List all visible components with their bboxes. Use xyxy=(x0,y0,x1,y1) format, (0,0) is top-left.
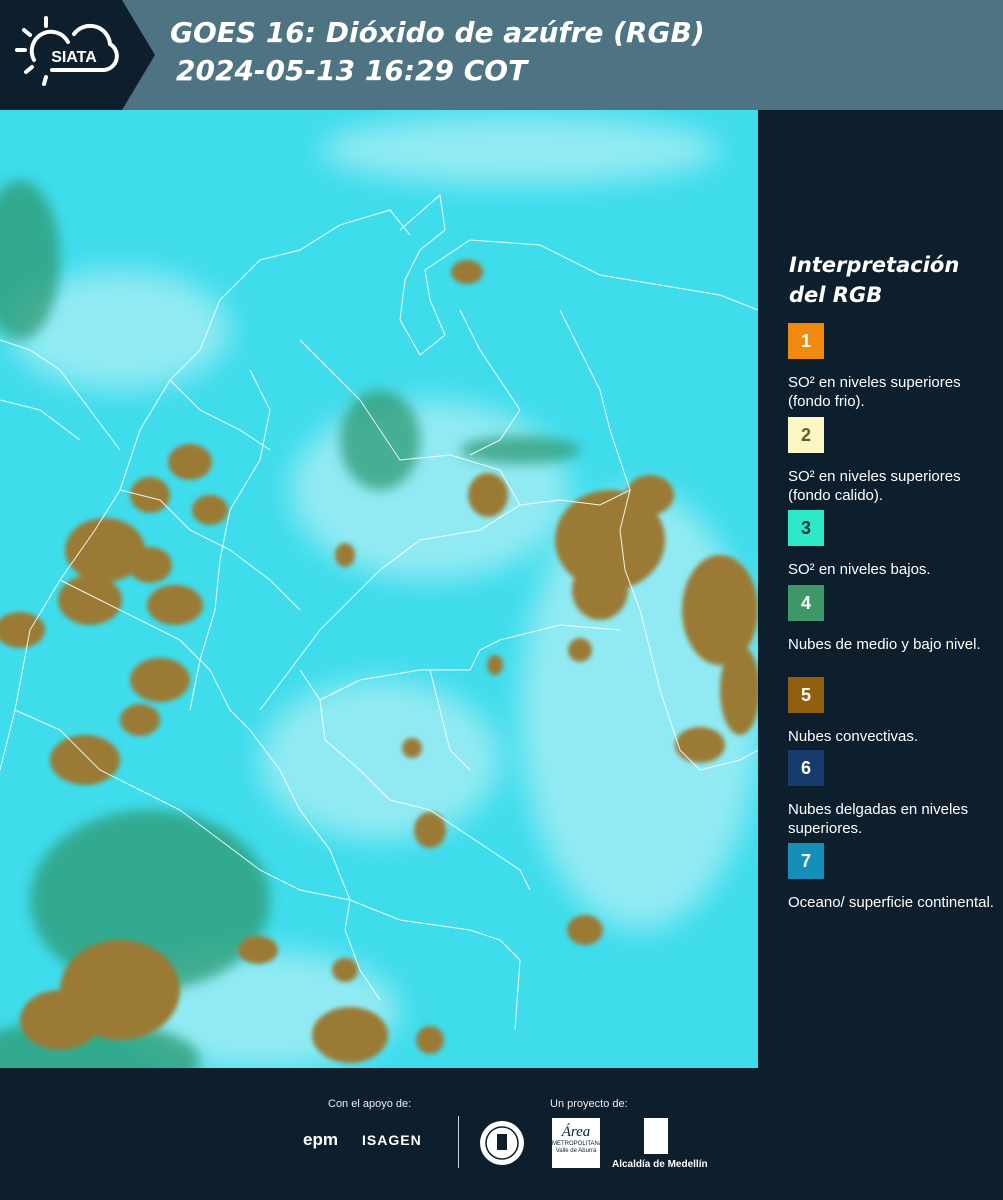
legend-item-3: 3 SO² en niveles bajos. xyxy=(788,510,998,579)
legend-title-line2: del RGB xyxy=(789,283,883,307)
legend-number: 5 xyxy=(800,684,811,705)
legend-label: Oceano/ superficie continental. xyxy=(788,894,994,911)
medellin-seal-icon xyxy=(478,1118,526,1173)
legend-swatch: 1 xyxy=(788,323,824,359)
page-title: GOES 16: Dióxido de azúfre (RGB) 2024-05… xyxy=(170,14,705,90)
legend-item-5: 5 Nubes convectivas. xyxy=(788,677,998,746)
project-label: Un proyecto de: xyxy=(550,1098,628,1110)
area-logo-text: Área xyxy=(561,1124,591,1140)
legend-swatch: 2 xyxy=(788,417,824,453)
area-logo-sub: METROPOLITANA Valle de Aburrá xyxy=(552,1141,603,1154)
isagen-logo: ISAGEN xyxy=(362,1132,422,1148)
legend-title-line1: Interpretación xyxy=(789,253,960,277)
legend-swatch: 5 xyxy=(788,677,824,713)
alcaldia-shield-icon xyxy=(644,1118,668,1154)
footer: Con el apoyo de: Un proyecto de: epm ISA… xyxy=(0,1068,1003,1200)
legend-number: 4 xyxy=(800,592,811,613)
legend-item-4: 4 Nubes de medio y bajo nivel. xyxy=(788,585,998,654)
legend-item-7: 7 Oceano/ superficie continental. xyxy=(788,843,998,912)
header-bar: SIATA GOES 16: Dióxido de azúfre (RGB) 2… xyxy=(0,0,1003,110)
legend-label: Nubes convectivas. xyxy=(788,728,919,745)
legend-swatch: 3 xyxy=(788,510,824,546)
legend-swatch: 7 xyxy=(788,843,824,879)
title-datetime: 2024-05-13 16:29 COT xyxy=(176,54,528,87)
legend-swatch: 4 xyxy=(788,585,824,621)
legend-label: SO² en niveles bajos. xyxy=(788,561,931,578)
legend-number: 7 xyxy=(800,850,811,871)
title-product: GOES 16: Dióxido de azúfre (RGB) xyxy=(170,16,705,49)
legend-title: Interpretación del RGB xyxy=(789,250,959,310)
support-label: Con el apoyo de: xyxy=(328,1098,412,1110)
legend-swatch: 6 xyxy=(788,750,824,786)
siata-logo: SIATA xyxy=(0,0,155,110)
legend-item-2: 2 SO² en niveles superiores (fondo calid… xyxy=(788,417,998,505)
legend-item-1: 1 SO² en niveles superiores (fondo frio)… xyxy=(788,323,998,411)
epm-logo: epm xyxy=(303,1130,338,1149)
alcaldia-logo-text: Alcaldía de Medellín xyxy=(612,1159,708,1170)
legend-number: 3 xyxy=(800,517,811,538)
legend-label: Nubes delgadas en niveles superiores. xyxy=(788,801,969,837)
legend-number: 2 xyxy=(800,424,811,445)
siata-logo-text: SIATA xyxy=(51,49,97,66)
area-metropolitana-logo: Área METROPOLITANA Valle de Aburrá xyxy=(552,1118,603,1168)
legend-number: 1 xyxy=(800,330,811,351)
satellite-map[interactable] xyxy=(0,110,758,1068)
legend-number: 6 xyxy=(800,757,811,778)
rgb-satellite-image xyxy=(0,110,758,1068)
legend-label: SO² en niveles superiores (fondo calido)… xyxy=(788,468,961,504)
legend-item-6: 6 Nubes delgadas en niveles superiores. xyxy=(788,750,998,838)
legend-label: SO² en niveles superiores (fondo frio). xyxy=(788,374,961,410)
legend-label: Nubes de medio y bajo nivel. xyxy=(788,636,981,653)
legend-panel: Interpretación del RGB 1 SO² en niveles … xyxy=(760,110,1003,1068)
footer-divider xyxy=(458,1116,459,1168)
